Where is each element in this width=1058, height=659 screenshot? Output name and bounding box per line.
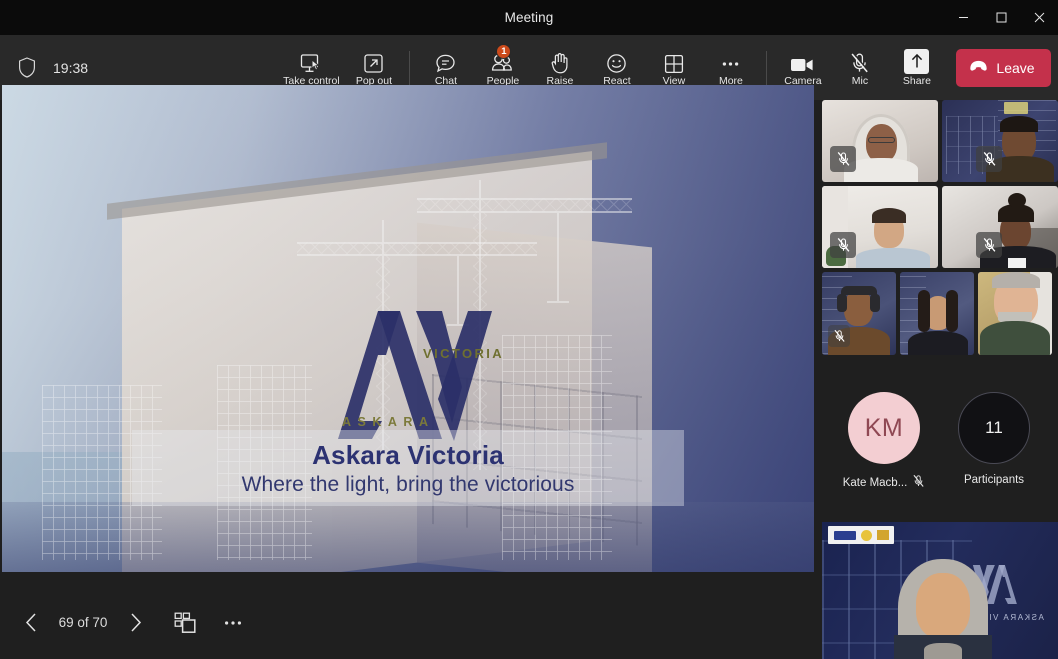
leave-label: Leave <box>996 59 1035 76</box>
share-up-arrow-icon <box>904 48 930 74</box>
more-ellipsis-icon <box>225 620 241 625</box>
slide-navigation-bar: 69 of 70 <box>0 586 816 659</box>
mute-indicator <box>830 232 856 258</box>
slide-logo: ASKARA VICTORIA <box>320 303 510 443</box>
mute-indicator <box>976 232 1002 258</box>
mic-muted-icon <box>849 48 870 74</box>
toolbar-divider-2 <box>766 50 768 85</box>
participant-tile-2[interactable] <box>942 100 1058 182</box>
react-smiley-icon <box>606 48 627 74</box>
chat-icon <box>435 48 456 74</box>
share-label: Share <box>902 74 931 87</box>
avatar-row: KM Kate Macb... 11 Participants <box>818 380 1058 505</box>
participant-tile-3[interactable] <box>822 186 938 268</box>
slide-more-options-button[interactable] <box>212 602 254 644</box>
mic-button[interactable]: Mic <box>831 39 888 97</box>
minimize-button[interactable] <box>944 0 982 35</box>
raise-hand-icon <box>550 48 570 74</box>
speaker-tile[interactable]: ASKARA VICTORIA <box>822 522 1058 659</box>
next-slide-button[interactable] <box>114 602 156 644</box>
mute-indicator <box>828 325 850 347</box>
speaker-tile-banner-logos <box>828 526 894 544</box>
avatar: KM <box>848 392 920 464</box>
participant-tile-5[interactable] <box>822 272 896 355</box>
take-control-icon <box>300 48 322 74</box>
avatar-label-row: Kate Macb... <box>824 474 944 491</box>
mute-indicator <box>976 146 1002 172</box>
window-title: Meeting <box>504 10 554 25</box>
shield-icon <box>14 55 40 81</box>
mute-indicator <box>830 146 856 172</box>
participant-tile-7[interactable] <box>978 272 1052 355</box>
view-grid-icon <box>664 48 684 74</box>
window-controls <box>944 0 1058 35</box>
title-bar: Meeting <box>0 0 1058 35</box>
speaker-person <box>894 551 992 659</box>
camera-icon <box>790 48 815 74</box>
previous-slide-button[interactable] <box>10 602 52 644</box>
participant-rail: KM Kate Macb... 11 Participants ASKARA V… <box>818 95 1058 659</box>
mic-muted-icon <box>912 474 925 491</box>
toolbar-left: 19:38 <box>0 55 270 81</box>
slide-thumbnails-icon <box>174 612 196 633</box>
avatar-name: Kate Macb... <box>842 476 908 489</box>
slide-page-indicator: 69 of 70 <box>58 615 108 630</box>
mic-label: Mic <box>851 74 869 87</box>
participants-count-cell[interactable]: 11 Participants <box>934 392 1054 486</box>
avatar-initials: KM <box>864 413 904 442</box>
participant-row-2 <box>822 186 1058 268</box>
slide-subtitle: Where the light, bring the victorious <box>241 472 575 496</box>
slide-thumbnails-button[interactable] <box>164 602 206 644</box>
hangup-icon <box>969 59 988 77</box>
participant-row-3 <box>822 272 1058 355</box>
participant-video-grid <box>822 100 1058 359</box>
more-ellipsis-icon <box>720 48 741 74</box>
slide-title-band: Askara Victoria Where the light, bring t… <box>132 430 684 506</box>
maximize-button[interactable] <box>982 0 1020 35</box>
participant-tile-4[interactable] <box>942 186 1058 268</box>
pop-out-icon <box>363 48 384 74</box>
shared-content-stage: ASKARA VICTORIA Askara Victoria Where th… <box>0 85 816 659</box>
share-button[interactable]: Share <box>888 39 945 97</box>
slide-title: Askara Victoria <box>312 439 504 470</box>
logo-victoria-text: VICTORIA <box>423 346 505 361</box>
leave-button[interactable]: Leave <box>956 48 1051 87</box>
participants-circle: 11 <box>958 392 1030 464</box>
participants-label: Participants <box>963 474 1025 486</box>
participant-row-1 <box>822 100 1058 182</box>
close-button[interactable] <box>1020 0 1058 35</box>
avatar-cell-kate[interactable]: KM Kate Macb... <box>824 392 944 491</box>
participants-count: 11 <box>985 418 1003 437</box>
logo-askara-text: ASKARA <box>342 415 435 429</box>
chevron-right-icon <box>130 613 141 632</box>
people-icon: 1 <box>491 43 514 74</box>
meeting-timer: 19:38 <box>53 59 89 76</box>
chevron-left-icon <box>25 613 36 632</box>
toolbar-divider-1 <box>409 50 411 85</box>
participant-tile-6[interactable] <box>900 272 974 355</box>
participant-tile-1[interactable] <box>822 100 938 182</box>
presentation-slide[interactable]: ASKARA VICTORIA Askara Victoria Where th… <box>2 85 814 572</box>
